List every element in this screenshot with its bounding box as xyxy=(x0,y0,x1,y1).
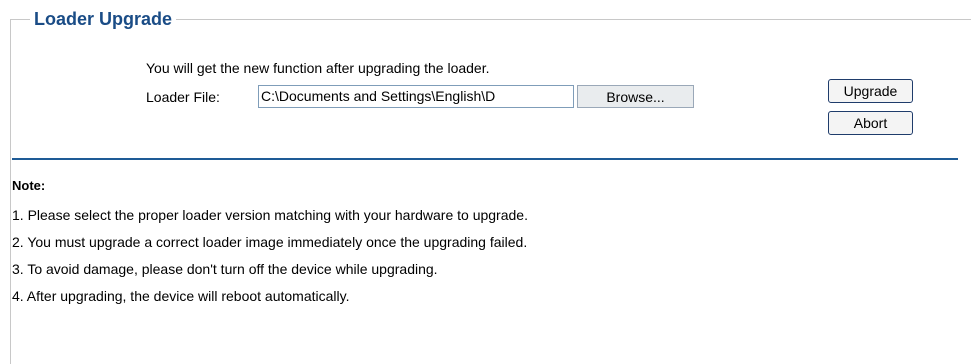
note-item: 2. You must upgrade a correct loader ima… xyxy=(12,234,528,250)
panel-title: Loader Upgrade xyxy=(30,7,177,31)
note-heading: Note: xyxy=(12,178,46,193)
browse-button[interactable]: Browse... xyxy=(577,85,694,108)
note-item: 1. Please select the proper loader versi… xyxy=(12,207,528,223)
loader-file-label: Loader File: xyxy=(146,89,220,105)
upgrade-button[interactable]: Upgrade xyxy=(828,79,913,103)
upgrade-description: You will get the new function after upgr… xyxy=(146,60,490,76)
section-divider xyxy=(12,158,958,160)
loader-file-input[interactable]: C:\Documents and Settings\English\D xyxy=(258,85,574,108)
abort-button[interactable]: Abort xyxy=(828,111,913,135)
note-item: 3. To avoid damage, please don't turn of… xyxy=(12,261,438,277)
note-list: 1. Please select the proper loader versi… xyxy=(12,206,528,314)
note-item: 4. After upgrading, the device will rebo… xyxy=(12,288,350,304)
